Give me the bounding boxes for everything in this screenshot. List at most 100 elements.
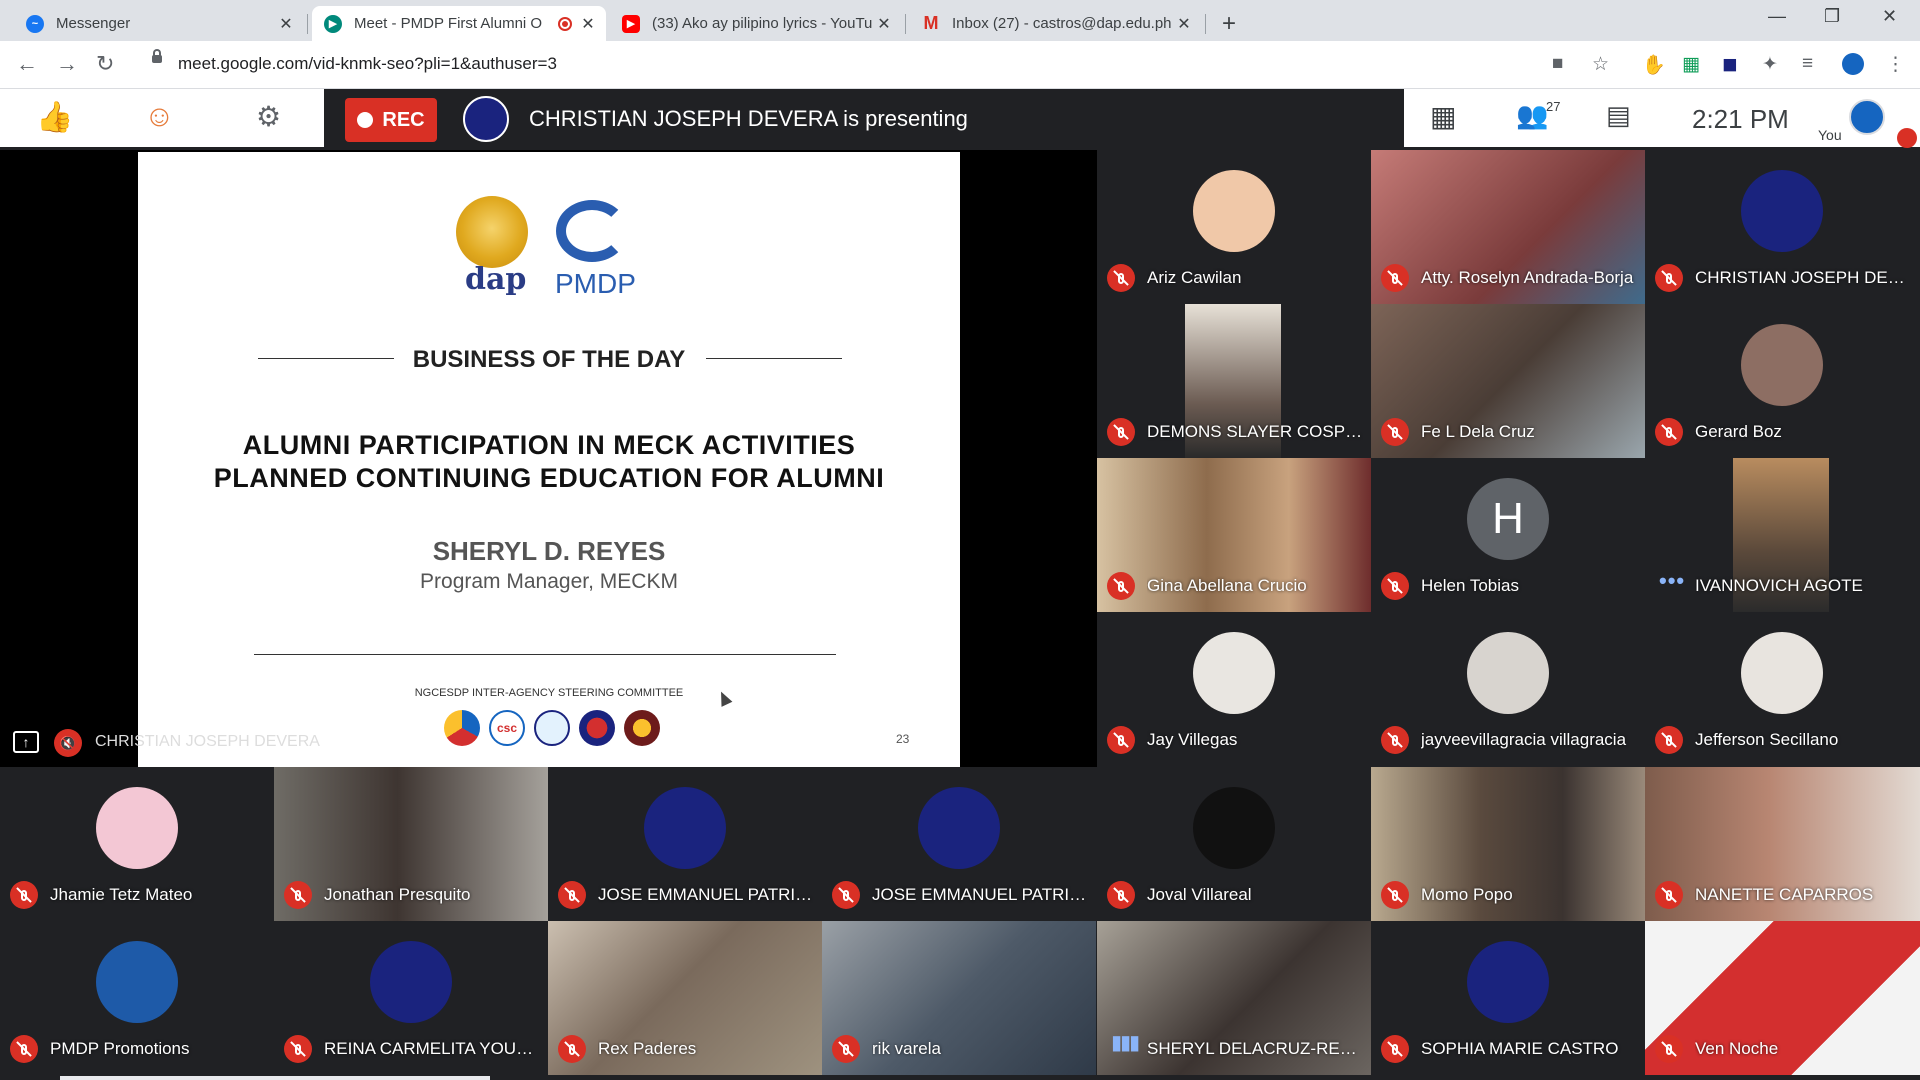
participant-name: Jhamie Tetz Mateo: [50, 885, 193, 904]
forward-arrow-icon[interactable]: →: [56, 51, 78, 77]
recording-indicator-icon: [558, 16, 572, 31]
lock-icon: [152, 49, 162, 63]
participant-tile[interactable]: Ariz Cawilan: [1097, 150, 1371, 304]
participant-tile[interactable]: DEMONS SLAYER COSPLA...: [1097, 304, 1371, 458]
chat-icon[interactable]: ▤: [1606, 100, 1631, 131]
close-icon[interactable]: ✕: [580, 14, 596, 34]
participant-name: JOSE EMMANUEL PATRIM...: [872, 885, 1088, 904]
participant-tile[interactable]: PMDP Promotions: [0, 921, 274, 1075]
csc-seal-icon: csc: [489, 710, 525, 746]
participant-tile[interactable]: Ven Noche: [1645, 921, 1920, 1075]
participant-tile[interactable]: Fe L Dela Cruz: [1371, 304, 1645, 458]
minimize-icon[interactable]: —: [1768, 6, 1786, 27]
present-screen-icon[interactable]: ↑: [13, 731, 39, 753]
tab-title: Messenger: [56, 15, 131, 32]
tab-gmail[interactable]: M Inbox (27) - castros@dap.edu.ph ✕: [910, 6, 1202, 41]
mic-off-icon: [558, 1035, 586, 1063]
participant-name: DEMONS SLAYER COSPLA...: [1147, 422, 1363, 441]
address-bar[interactable]: meet.google.com/vid-knmk-seo?pli=1&authu…: [138, 46, 1638, 82]
mic-off-icon: [1381, 726, 1409, 754]
participant-name: REINA CARMELITA YOUNG: [324, 1039, 540, 1058]
reload-icon[interactable]: ↻: [96, 51, 114, 77]
tab-divider: [905, 14, 906, 34]
participant-tile[interactable]: ▮▮▮ SHERYL DELACRUZ-REYES: [1097, 921, 1371, 1075]
mic-off-icon: [1655, 418, 1683, 446]
messenger-icon: ~: [26, 14, 44, 33]
gmail-icon: M: [923, 13, 939, 33]
gear-icon[interactable]: ⚙: [256, 100, 281, 133]
thumbs-extension-icon[interactable]: ✋: [1642, 53, 1666, 77]
participant-tile[interactable]: Rex Paderes: [548, 921, 822, 1075]
participant-tile[interactable]: Jefferson Secillano: [1645, 612, 1920, 766]
grid-view-icon[interactable]: ▦: [1430, 100, 1456, 133]
grid-extension-icon[interactable]: ◼: [1722, 53, 1738, 76]
close-icon[interactable]: ✕: [1176, 14, 1192, 34]
participant-tile[interactable]: ••• IVANNOVICH AGOTE: [1645, 458, 1920, 612]
puzzle-extensions-icon[interactable]: ✦: [1762, 53, 1778, 76]
participant-tile[interactable]: Momo Popo: [1371, 767, 1645, 921]
youtube-icon: ▶: [622, 14, 640, 33]
participant-name: Momo Popo: [1421, 885, 1513, 904]
media-queue-icon[interactable]: ≡: [1802, 53, 1813, 75]
participant-tile[interactable]: H Helen Tobias: [1371, 458, 1645, 612]
participant-name: PMDP Promotions: [50, 1039, 190, 1058]
participant-tile[interactable]: Gina Abellana Crucio: [1097, 458, 1371, 612]
participant-tile[interactable]: Jonathan Presquito: [274, 767, 548, 921]
seal-1-icon: [444, 710, 480, 746]
mic-off-icon: [1381, 264, 1409, 292]
presentation-slide: dap PMDP BUSINESS OF THE DAY ALUMNI PART…: [138, 152, 960, 767]
participant-tile[interactable]: JOSE EMMANUEL PATRIM...: [822, 767, 1096, 921]
pmdp-logo-icon: [556, 200, 628, 262]
participant-tile[interactable]: NANETTE CAPARROS: [1645, 767, 1920, 921]
you-label: You: [1818, 127, 1842, 143]
participant-tile[interactable]: JOSE EMMANUEL PATRIM...: [548, 767, 822, 921]
browser-tab-strip: ~ Messenger ✕ ▶ Meet - PMDP First Alumni…: [0, 0, 1920, 41]
tab-messenger[interactable]: ~ Messenger ✕: [14, 6, 304, 41]
participant-tile[interactable]: CHRISTIAN JOSEPH DEVE...: [1645, 150, 1920, 304]
sheets-extension-icon[interactable]: ▦: [1682, 53, 1700, 76]
back-arrow-icon[interactable]: ←: [16, 51, 38, 77]
participant-name: Fe L Dela Cruz: [1421, 422, 1535, 441]
participant-tile[interactable]: rik varela: [822, 921, 1096, 1075]
participant-tile[interactable]: jayveevillagracia villagracia: [1371, 612, 1645, 766]
new-tab-button[interactable]: +: [1222, 10, 1236, 38]
close-window-icon[interactable]: ✕: [1882, 6, 1897, 27]
dap-logo-text: dap: [465, 262, 527, 297]
participant-tile[interactable]: Atty. Roselyn Andrada-Borja: [1371, 150, 1645, 304]
participant-tile[interactable]: Gerard Boz: [1645, 304, 1920, 458]
audio-level-icon: •••: [1659, 568, 1686, 593]
participant-tile[interactable]: Joval Villareal: [1097, 767, 1371, 921]
bookmark-star-icon[interactable]: ☆: [1592, 53, 1609, 76]
participant-tile[interactable]: Jhamie Tetz Mateo: [0, 767, 274, 921]
footer-rule: [254, 654, 836, 655]
participant-tile[interactable]: Jay Villegas: [1097, 612, 1371, 766]
self-avatar[interactable]: [1849, 99, 1885, 135]
thumbs-up-icon[interactable]: 👍: [36, 100, 73, 135]
slide-presenter-role: Program Manager, MECKM: [420, 570, 678, 593]
menu-kebab-icon[interactable]: ⋮: [1886, 53, 1905, 76]
participant-name: rik varela: [872, 1039, 941, 1058]
participant-name: Joval Villareal: [1147, 885, 1252, 904]
participant-count: 27: [1546, 99, 1561, 114]
avatar: [1193, 170, 1275, 252]
maximize-icon[interactable]: ❐: [1824, 6, 1840, 27]
participant-name: Helen Tobias: [1421, 576, 1519, 595]
emoji-avatar-icon[interactable]: ☺: [144, 100, 175, 134]
participant-tile[interactable]: SOPHIA MARIE CASTRO: [1371, 921, 1645, 1075]
meet-icon: ▶: [324, 14, 342, 33]
camera-blocked-icon[interactable]: ■: [1552, 53, 1563, 75]
tab-meet[interactable]: ▶ Meet - PMDP First Alumni O ✕: [312, 6, 606, 41]
people-icon[interactable]: 👥: [1516, 100, 1548, 131]
participant-name: JOSE EMMANUEL PATRIM...: [598, 885, 814, 904]
recording-button[interactable]: REC: [345, 98, 437, 142]
tab-youtube[interactable]: ▶ (33) Ako ay pilipino lyrics - YouTu ✕: [610, 6, 902, 41]
slide-page-number: 23: [896, 732, 910, 746]
meeting-clock: 2:21 PM: [1692, 104, 1789, 134]
close-icon[interactable]: ✕: [876, 14, 892, 34]
mic-off-icon: [1655, 726, 1683, 754]
participant-name: Ariz Cawilan: [1147, 268, 1242, 287]
participant-tile[interactable]: REINA CARMELITA YOUNG: [274, 921, 548, 1075]
profile-avatar-icon[interactable]: [1842, 53, 1864, 75]
close-icon[interactable]: ✕: [278, 14, 294, 34]
avatar: [918, 787, 1000, 869]
